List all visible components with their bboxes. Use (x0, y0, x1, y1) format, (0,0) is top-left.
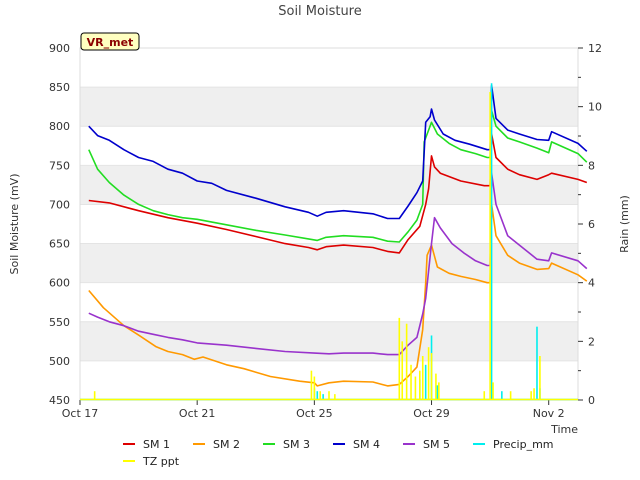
y-left-tick-label: 600 (49, 277, 70, 290)
legend-label-sm-3: SM 3 (283, 438, 310, 451)
y-right-tick-label: 10 (588, 101, 602, 114)
legend: SM 1 SM 2 SM 3 SM 4 SM 5 Precip_mm TZ ppt (123, 438, 554, 468)
soil-moisture-chart: Soil Moisture 450 500 550 600 650 700 750 800 85… (8, 4, 631, 468)
legend-label-precip-mm: Precip_mm (493, 438, 554, 451)
chart-title: Soil Moisture (278, 4, 362, 19)
grid-band (80, 87, 578, 127)
y-axis-right-label: Rain (mm) (618, 195, 631, 253)
x-tick-label: Oct 29 (413, 407, 450, 420)
y-right-tick-label: 8 (588, 159, 595, 172)
y-left-tick-label: 900 (49, 42, 70, 55)
y-left-tick-label: 650 (49, 238, 70, 251)
grid-band (80, 165, 578, 205)
x-tick-label: Oct 21 (179, 407, 216, 420)
y-left-tick-label: 450 (49, 394, 70, 407)
y-axis-left-label: Soil Moisture (mV) (8, 174, 21, 275)
y-right-tick-label: 0 (588, 394, 595, 407)
badge-label: VR_met (87, 36, 134, 49)
legend-label-sm-1: SM 1 (143, 438, 170, 451)
y-left-tick-label: 800 (49, 120, 70, 133)
legend-label-sm-5: SM 5 (423, 438, 450, 451)
x-axis-label: Time (550, 423, 578, 436)
y-right-tick-label: 12 (588, 42, 602, 55)
legend-label-tz-ppt: TZ ppt (142, 455, 180, 468)
station-badge: VR_met (80, 32, 140, 51)
legend-label-sm-2: SM 2 (213, 438, 240, 451)
y-right-tick-label: 6 (588, 218, 595, 231)
legend-label-sm-4: SM 4 (353, 438, 380, 451)
y-right-tick-label: 2 (588, 335, 595, 348)
y-right-tick-label: 4 (588, 277, 595, 290)
grid-band (80, 321, 578, 361)
y-left-tick-label: 700 (49, 198, 70, 211)
y-left-tick-label: 500 (49, 355, 70, 368)
y-left-tick-label: 750 (49, 159, 70, 172)
x-tick-label: Oct 25 (296, 407, 333, 420)
x-axis: Oct 17 Oct 21 Oct 25 Oct 29 Nov 2 (62, 400, 565, 420)
left-axis: 450 500 550 600 650 700 750 800 850 900 (49, 42, 70, 407)
y-left-tick-label: 550 (49, 316, 70, 329)
x-tick-label: Oct 17 (62, 407, 99, 420)
y-left-tick-label: 850 (49, 81, 70, 94)
x-tick-label: Nov 2 (533, 407, 565, 420)
right-axis: 0 2 4 6 8 10 12 (578, 42, 602, 407)
